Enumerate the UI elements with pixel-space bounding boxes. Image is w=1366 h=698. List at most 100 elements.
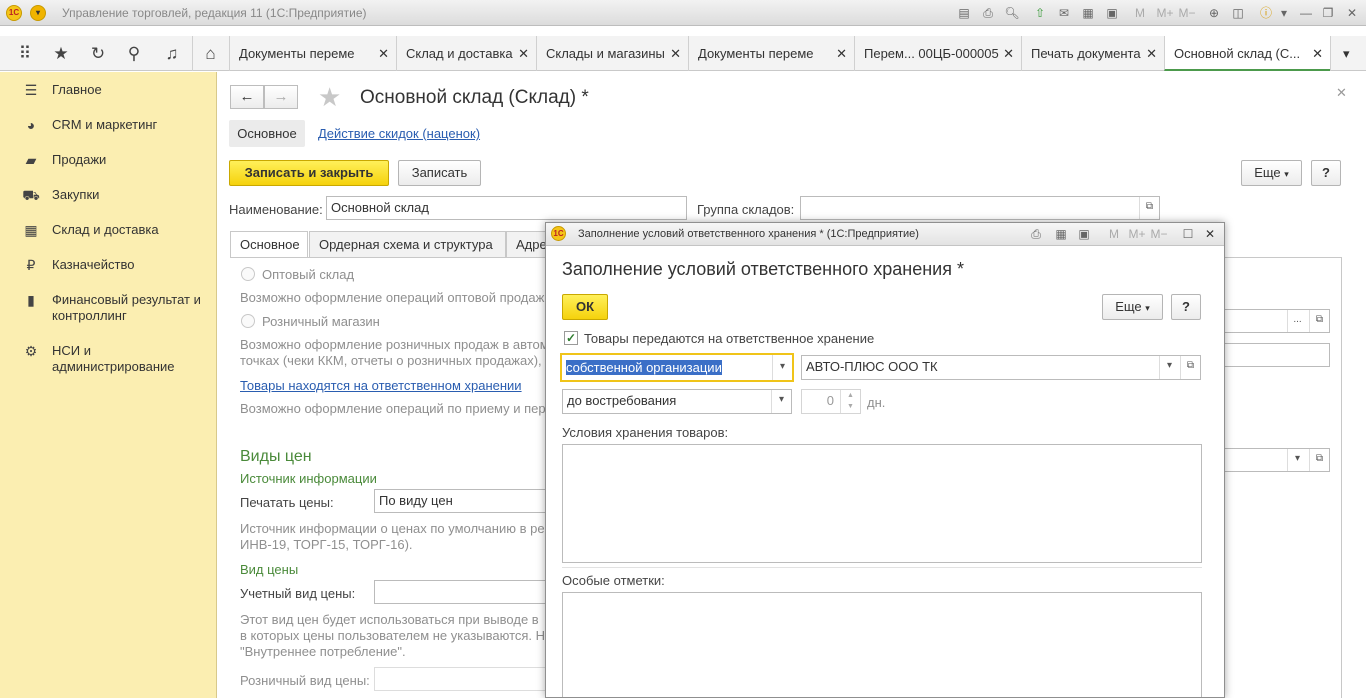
wholesale-radio[interactable]	[241, 267, 255, 281]
search-icon[interactable]: ⚲	[116, 36, 152, 71]
memory-plus-icon[interactable]: M+	[1154, 5, 1176, 21]
close-form-icon[interactable]: ✕	[1336, 85, 1347, 101]
help-button[interactable]: ?	[1311, 160, 1341, 186]
favorites-star-icon[interactable]: ★	[43, 36, 79, 71]
tab-basic[interactable]: Основное	[230, 231, 308, 258]
tab-main-warehouse[interactable]: Основной склад (С... ✕	[1164, 36, 1330, 71]
spinner-icon[interactable]: ▲ ▼	[840, 390, 860, 413]
subtab-main[interactable]: Основное	[229, 120, 305, 147]
back-button[interactable]: ←	[230, 85, 264, 109]
print-prices-select[interactable]: По виду цен	[374, 489, 546, 513]
save-and-close-button[interactable]: Записать и закрыть	[229, 160, 389, 186]
info-description-1: Источник информации о ценах по умолчанию…	[240, 521, 545, 536]
open-icon[interactable]: ⧉	[1139, 197, 1159, 219]
close-tab-icon[interactable]: ✕	[518, 36, 529, 71]
zoom-icon[interactable]: ⊕	[1206, 5, 1222, 21]
tab-documents-1[interactable]: Документы переме ✕	[229, 36, 396, 71]
notes-textarea[interactable]	[562, 592, 1202, 697]
retail-radio[interactable]	[241, 314, 255, 328]
1c-logo-icon[interactable]: 1С	[6, 5, 22, 21]
1c-logo-icon: 1С	[551, 226, 566, 241]
open-icon[interactable]: ⧉	[1180, 356, 1200, 379]
tab-warehouse-delivery[interactable]: Склад и доставка ✕	[396, 36, 536, 71]
save-button[interactable]: Записать	[398, 160, 481, 186]
wholesale-description: Возможно оформление операций оптовой про…	[240, 290, 552, 305]
counterparty-select[interactable]: АВТО-ПЛЮС ООО ТК ▾ ⧉	[801, 355, 1201, 380]
close-dialog-icon[interactable]: ✕	[1202, 226, 1218, 242]
restore-icon[interactable]: ❐	[1320, 5, 1336, 21]
calendar-icon[interactable]: ▣	[1076, 226, 1092, 242]
print-icon[interactable]: ⎙	[980, 5, 996, 21]
tab-order-scheme[interactable]: Ордерная схема и структура	[309, 231, 506, 258]
dialog-more-button[interactable]: Еще ▾	[1102, 294, 1163, 320]
group-input[interactable]: ⧉	[800, 196, 1160, 220]
custody-checkbox[interactable]: ✓	[564, 331, 578, 345]
panel-icon[interactable]: ◫	[1230, 5, 1246, 21]
dropdown-icon[interactable]: ▾	[772, 355, 792, 380]
dropdown-icon[interactable]: ▾	[1287, 449, 1307, 471]
right-field-2[interactable]	[1222, 343, 1330, 367]
days-value: 0	[826, 393, 834, 408]
dialog-help-button[interactable]: ?	[1171, 294, 1201, 320]
memory-plus-icon[interactable]: M+	[1126, 226, 1148, 242]
group-label: Группа складов:	[697, 202, 795, 217]
main-menu-icon[interactable]: ▾	[30, 5, 46, 21]
home-icon[interactable]: ⌂	[192, 36, 228, 71]
subtab-discounts-link[interactable]: Действие скидок (наценок)	[318, 126, 480, 141]
right-field-1[interactable]: ... ⧉	[1222, 309, 1330, 333]
close-tab-icon[interactable]: ✕	[1146, 36, 1157, 71]
history-icon[interactable]: ↻	[80, 36, 116, 71]
tab-documents-2[interactable]: Документы переме ✕	[688, 36, 854, 71]
more-button[interactable]: Еще ▾	[1241, 160, 1302, 186]
info-dropdown-icon[interactable]: ▾	[1276, 5, 1292, 21]
close-tab-icon[interactable]: ✕	[1312, 36, 1323, 69]
tab-label: Печать документа	[1031, 46, 1141, 61]
tabs-more-icon[interactable]: ▾	[1330, 36, 1366, 71]
forward-button[interactable]: →	[264, 85, 298, 109]
calculator-icon[interactable]: ▦	[1053, 226, 1069, 242]
memory-minus-icon[interactable]: M−	[1176, 5, 1198, 21]
favorite-star-icon[interactable]: ★	[318, 82, 341, 113]
calculator-icon[interactable]: ▦	[1080, 5, 1096, 21]
notifications-bell-icon[interactable]: ♫	[154, 36, 190, 71]
open-icon[interactable]: ⧉	[1309, 310, 1329, 332]
right-field-3[interactable]: ▾ ⧉	[1222, 448, 1330, 472]
name-input[interactable]: Основной склад	[326, 196, 687, 220]
tab-address[interactable]: Адре	[506, 231, 546, 258]
close-tab-icon[interactable]: ✕	[1003, 36, 1014, 71]
select-ellipsis-icon[interactable]: ...	[1287, 310, 1307, 332]
info-icon[interactable]: ⓘ	[1258, 5, 1274, 21]
maximize-icon[interactable]: ☐	[1180, 226, 1196, 242]
upload-icon[interactable]: ⇧	[1032, 5, 1048, 21]
preview-icon[interactable]: 🔍︎	[1004, 5, 1020, 21]
tab-print-document[interactable]: Печать документа ✕	[1021, 36, 1164, 71]
conditions-textarea[interactable]	[562, 444, 1202, 563]
save-icon[interactable]: ▤	[956, 5, 972, 21]
close-tab-icon[interactable]: ✕	[378, 36, 389, 71]
print-icon[interactable]: ⎙	[1028, 226, 1044, 242]
tab-label: Документы переме	[239, 46, 355, 61]
account-price-input[interactable]	[374, 580, 546, 604]
custody-link[interactable]: Товары находятся на ответственном хранен…	[240, 378, 522, 393]
retail-price-input[interactable]	[374, 667, 546, 691]
minimize-icon[interactable]: —	[1298, 5, 1314, 21]
dropdown-icon[interactable]: ▾	[771, 390, 791, 413]
calendar-icon[interactable]: ▣	[1104, 5, 1120, 21]
days-input[interactable]: 0 ▲ ▼	[801, 389, 861, 414]
open-icon[interactable]: ⧉	[1309, 449, 1329, 471]
close-tab-icon[interactable]: ✕	[670, 36, 681, 71]
owner-type-select[interactable]: собственной организации ▾	[560, 353, 794, 382]
ok-button[interactable]: ОК	[562, 294, 608, 320]
mail-icon[interactable]: ✉	[1056, 5, 1072, 21]
dropdown-icon[interactable]: ▾	[1159, 356, 1179, 379]
memory-minus-icon[interactable]: M−	[1148, 226, 1170, 242]
tab-transfer-doc[interactable]: Перем... 00ЦБ-000005 ✕	[854, 36, 1021, 71]
tab-warehouses-stores[interactable]: Склады и магазины ✕	[536, 36, 688, 71]
close-tab-icon[interactable]: ✕	[836, 36, 847, 71]
apps-grid-icon[interactable]: ⠿	[7, 36, 43, 71]
memory-m-icon[interactable]: M	[1106, 226, 1122, 242]
memory-m-icon[interactable]: M	[1132, 5, 1148, 21]
term-select[interactable]: до востребования ▾	[562, 389, 792, 414]
chevron-down-icon: ▾	[1284, 169, 1289, 179]
close-window-icon[interactable]: ✕	[1344, 5, 1360, 21]
